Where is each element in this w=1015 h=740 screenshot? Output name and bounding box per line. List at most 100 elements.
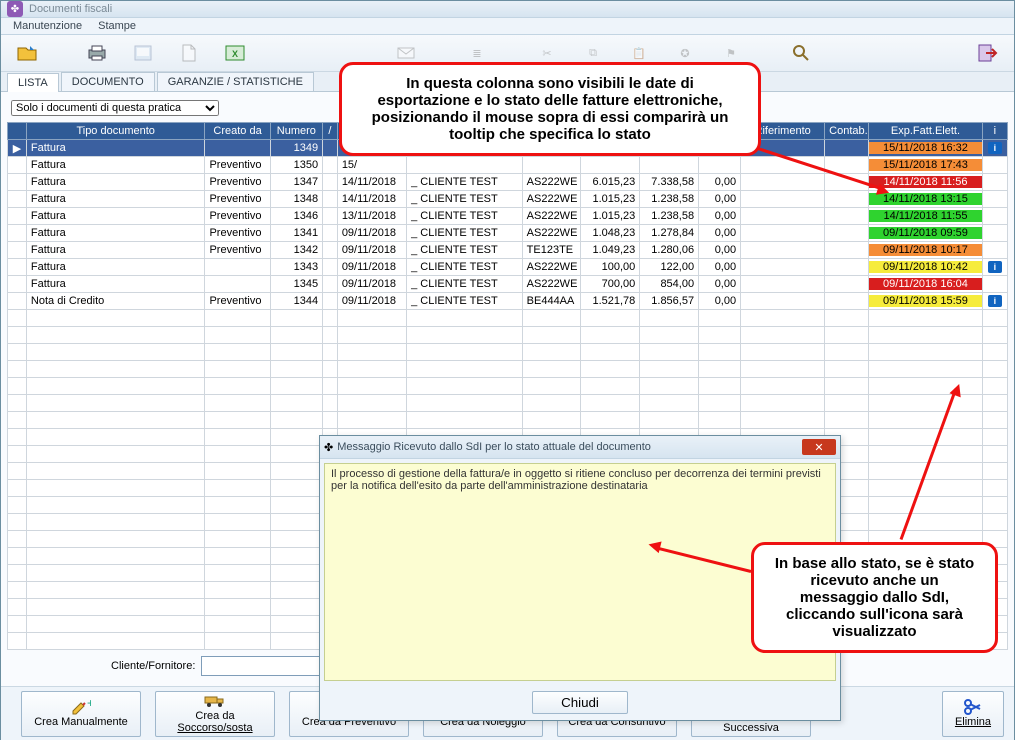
table-row [8, 344, 1008, 361]
col-slash[interactable]: / [323, 123, 338, 140]
cell-slash [323, 293, 338, 310]
cell-tipo: Fattura [26, 259, 205, 276]
table-row[interactable]: Nota di CreditoPreventivo134409/11/2018_… [8, 293, 1008, 310]
cell-slash [323, 140, 338, 157]
cell-imp: 1.048,23 [581, 225, 640, 242]
menu-manutenzione[interactable]: Manutenzione [5, 18, 90, 34]
col-numero[interactable]: Numero [270, 123, 323, 140]
cell-creato [205, 276, 270, 293]
tab-lista[interactable]: LISTA [7, 73, 59, 92]
cell-data: 13/11/2018 [337, 208, 406, 225]
btn-crea-soccorso[interactable]: Crea daSoccorso/sosta [155, 691, 275, 737]
cell-contab [825, 140, 869, 157]
toolbar-print-icon[interactable] [77, 37, 117, 69]
cell-rif [741, 293, 825, 310]
cell-o: 0,00 [699, 242, 741, 259]
col-contab[interactable]: Contab. [825, 123, 869, 140]
cell-targa: AS222WE [522, 174, 581, 191]
cell-creato: Preventivo [205, 208, 270, 225]
cell-info-icon[interactable] [982, 276, 1007, 293]
tab-documento[interactable]: DOCUMENTO [61, 72, 155, 91]
cell-slash [323, 225, 338, 242]
table-row[interactable]: FatturaPreventivo135015/15/11/2018 17:43 [8, 157, 1008, 174]
col-tipo[interactable]: Tipo documento [26, 123, 205, 140]
cell-imp: 1.521,78 [581, 293, 640, 310]
filter-select[interactable]: Solo i documenti di questa pratica [11, 100, 219, 116]
cell-tipo: Fattura [26, 276, 205, 293]
dialog-titlebar: ✤ Messaggio Ricevuto dallo SdI per lo st… [320, 436, 840, 459]
table-row[interactable]: FatturaPreventivo134209/11/2018_ CLIENTE… [8, 242, 1008, 259]
cell-exp[interactable]: 09/11/2018 10:17 [869, 242, 982, 259]
col-i[interactable]: i [982, 123, 1007, 140]
row-marker [8, 208, 27, 225]
cell-contab [825, 208, 869, 225]
cell-cliente: _ CLIENTE TEST [407, 276, 523, 293]
cell-targa: AS222WE [522, 225, 581, 242]
cell-o: 0,00 [699, 259, 741, 276]
cell-imp: 1.049,23 [581, 242, 640, 259]
dialog-close-button[interactable]: Chiudi [532, 691, 628, 714]
tab-garanzie[interactable]: GARANZIE / STATISTICHE [157, 72, 314, 91]
cell-slash [323, 157, 338, 174]
toolbar-excel-icon[interactable]: X [215, 37, 255, 69]
cell-contab [825, 276, 869, 293]
cell-info-icon[interactable] [982, 242, 1007, 259]
toolbar-open-icon[interactable] [7, 37, 47, 69]
row-marker: ▶ [8, 140, 27, 157]
cell-imp: 1.015,23 [581, 208, 640, 225]
table-row [8, 310, 1008, 327]
cell-numero: 1348 [270, 191, 323, 208]
cell-exp[interactable]: 15/11/2018 16:32 [869, 140, 982, 157]
cell-rif [741, 174, 825, 191]
cell-o: 0,00 [699, 276, 741, 293]
cell-creato: Preventivo [205, 191, 270, 208]
cell-numero: 1346 [270, 208, 323, 225]
toolbar-exit-icon[interactable] [968, 37, 1008, 69]
cell-numero: 1349 [270, 140, 323, 157]
cell-info-icon[interactable]: i [982, 140, 1007, 157]
btn-label: Crea Manualmente [34, 716, 128, 728]
col-exp[interactable]: Exp.Fatt.Elett. [869, 123, 982, 140]
cell-slash [323, 242, 338, 259]
btn-elimina[interactable]: Elimina [942, 691, 1004, 737]
cell-exp[interactable]: 14/11/2018 11:55 [869, 208, 982, 225]
cell-tot: 122,00 [640, 259, 699, 276]
cell-info-icon[interactable] [982, 208, 1007, 225]
cell-info-icon[interactable]: i [982, 259, 1007, 276]
cell-exp[interactable]: 15/11/2018 17:43 [869, 157, 982, 174]
toolbar-document-icon[interactable] [169, 37, 209, 69]
cell-tot: 1.238,58 [640, 208, 699, 225]
toolbar-search-icon[interactable] [781, 37, 821, 69]
dialog-close-icon[interactable]: ✕ [802, 439, 836, 455]
cell-exp[interactable]: 09/11/2018 15:59 [869, 293, 982, 310]
table-row[interactable]: FatturaPreventivo134814/11/2018_ CLIENTE… [8, 191, 1008, 208]
cell-info-icon[interactable] [982, 191, 1007, 208]
col-creato[interactable]: Creato da [205, 123, 270, 140]
toolbar-preview-icon[interactable] [123, 37, 163, 69]
menu-stampe[interactable]: Stampe [90, 18, 144, 34]
window-title: Documenti fiscali [29, 3, 112, 15]
cell-info-icon[interactable]: i [982, 293, 1007, 310]
cell-tipo: Nota di Credito [26, 293, 205, 310]
row-marker [8, 259, 27, 276]
cell-info-icon[interactable] [982, 225, 1007, 242]
btn-crea-manualmente[interactable]: + Crea Manualmente [21, 691, 141, 737]
row-marker [8, 293, 27, 310]
cell-exp[interactable]: 09/11/2018 16:04 [869, 276, 982, 293]
table-row[interactable]: Fattura134509/11/2018_ CLIENTE TESTAS222… [8, 276, 1008, 293]
table-row[interactable]: FatturaPreventivo134109/11/2018_ CLIENTE… [8, 225, 1008, 242]
cell-targa: AS222WE [522, 259, 581, 276]
cell-rif [741, 225, 825, 242]
cell-info-icon[interactable] [982, 157, 1007, 174]
cell-exp[interactable]: 09/11/2018 10:42 [869, 259, 982, 276]
table-row[interactable]: FatturaPreventivo134613/11/2018_ CLIENTE… [8, 208, 1008, 225]
cell-data: 14/11/2018 [337, 174, 406, 191]
cell-info-icon[interactable] [982, 174, 1007, 191]
client-label: Cliente/Fornitore: [111, 660, 195, 672]
cell-numero: 1347 [270, 174, 323, 191]
cell-exp[interactable]: 09/11/2018 09:59 [869, 225, 982, 242]
table-row[interactable]: Fattura134309/11/2018_ CLIENTE TESTAS222… [8, 259, 1008, 276]
cell-slash [323, 208, 338, 225]
cell-creato: Preventivo [205, 242, 270, 259]
cell-numero: 1342 [270, 242, 323, 259]
